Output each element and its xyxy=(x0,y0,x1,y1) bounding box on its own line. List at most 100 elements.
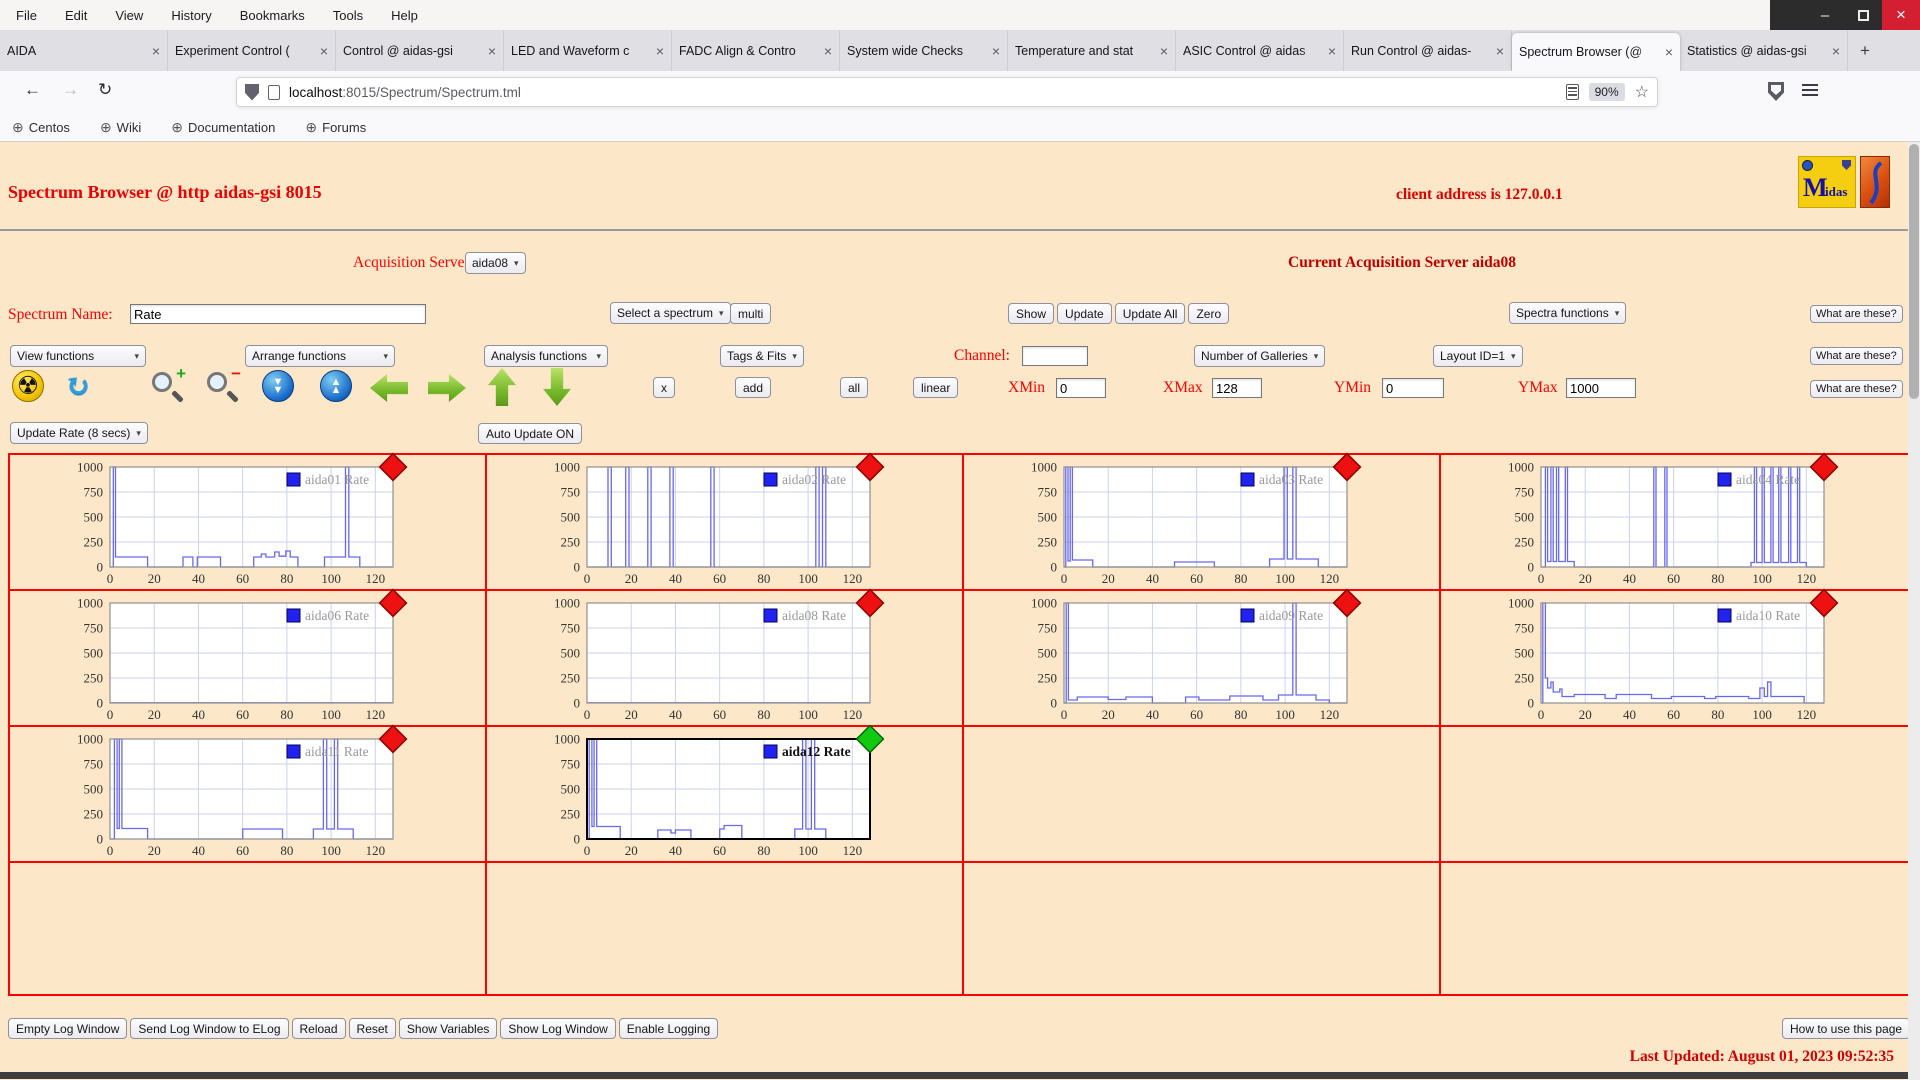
tab-statistics-aidas-gsi[interactable]: Statistics @ aidas-gsi× xyxy=(1680,30,1848,71)
tab-spectrum-browser[interactable]: Spectrum Browser (@× xyxy=(1512,33,1680,71)
spectrum-chart-aida04[interactable]: 02505007501000020406080100120aida04 Rate xyxy=(1441,455,1839,589)
tab-fadc-align-contro[interactable]: FADC Align & Contro× xyxy=(672,30,840,71)
all-button[interactable]: all xyxy=(840,377,868,398)
gallery-cell[interactable]: 02505007501000020406080100120aida12 Rate xyxy=(487,727,964,863)
tab-experiment-control[interactable]: Experiment Control (× xyxy=(168,30,336,71)
url-bar[interactable]: localhost:8015/Spectrum/Spectrum.tml 90%… xyxy=(236,77,1658,107)
spectrum-chart-aida03[interactable]: 02505007501000020406080100120aida03 Rate xyxy=(964,455,1362,589)
auto-update-button[interactable]: Auto Update ON xyxy=(478,423,582,444)
linear-button[interactable]: linear xyxy=(913,377,958,398)
footer-button-show-log-window[interactable]: Show Log Window xyxy=(500,1018,615,1039)
footer-button-send-log-window-to-elog[interactable]: Send Log Window to ELog xyxy=(130,1018,288,1039)
tab-control-aidas-gsi[interactable]: Control @ aidas-gsi× xyxy=(336,30,504,71)
spectrum-chart-aida12[interactable]: 02505007501000020406080100120aida12 Rate xyxy=(487,727,885,861)
gallery-cell[interactable]: 02505007501000020406080100120aida08 Rate xyxy=(487,591,964,727)
ymax-input[interactable] xyxy=(1566,378,1636,398)
tab-run-control-aidas[interactable]: Run Control @ aidas-× xyxy=(1344,30,1512,71)
spectrum-chart-aida02[interactable]: 02505007501000020406080100120aida02 Rate xyxy=(487,455,885,589)
select-spectrum-select[interactable]: Select a spectrum▾ xyxy=(610,302,731,324)
tab-close-icon[interactable]: × xyxy=(488,43,496,59)
scrollbar[interactable] xyxy=(1908,142,1920,1080)
update-all-button[interactable]: Update All xyxy=(1115,303,1186,324)
number-of-galleries-select[interactable]: Number of Galleries▾ xyxy=(1194,345,1325,367)
gallery-cell[interactable]: 02505007501000020406080100120aida04 Rate xyxy=(1441,455,1910,591)
midas-logo[interactable]: M idas xyxy=(1798,156,1856,208)
tab-close-icon[interactable]: × xyxy=(992,43,1000,59)
bookmark-forums[interactable]: ⊕Forums xyxy=(305,119,366,136)
page-info-icon[interactable] xyxy=(268,85,280,100)
shift-up-icon[interactable]: ▲▲ xyxy=(320,370,352,402)
bookmark-wiki[interactable]: ⊕Wiki xyxy=(100,119,141,136)
tracking-shield-icon[interactable] xyxy=(245,84,259,101)
close-button[interactable]: × xyxy=(1882,0,1920,30)
tab-close-icon[interactable]: × xyxy=(1665,44,1673,60)
maximize-button[interactable] xyxy=(1844,0,1882,30)
tab-close-icon[interactable]: × xyxy=(1832,43,1840,59)
footer-button-show-variables[interactable]: Show Variables xyxy=(399,1018,498,1039)
move-left-icon[interactable] xyxy=(370,374,408,402)
spectrum-chart-aida11[interactable]: 02505007501000020406080100120aida11 Rate xyxy=(10,727,408,861)
bookmark-star-icon[interactable]: ☆ xyxy=(1635,82,1649,102)
menu-bookmarks[interactable]: Bookmarks xyxy=(240,8,305,23)
tab-led-and-waveform-c[interactable]: LED and Waveform c× xyxy=(504,30,672,71)
tab-close-icon[interactable]: × xyxy=(1328,43,1336,59)
gallery-cell[interactable]: 02505007501000020406080100120aida02 Rate xyxy=(487,455,964,591)
gallery-cell[interactable]: 02505007501000020406080100120aida03 Rate xyxy=(964,455,1441,591)
tab-asic-control-aidas[interactable]: ASIC Control @ aidas× xyxy=(1176,30,1344,71)
tags-fits-select[interactable]: Tags & Fits▾ xyxy=(720,345,804,367)
tab-system-wide-checks[interactable]: System wide Checks× xyxy=(840,30,1008,71)
zoom-out-icon[interactable]: − xyxy=(205,370,241,406)
xmin-input[interactable] xyxy=(1056,378,1106,398)
refresh-icon[interactable]: ↻ xyxy=(65,370,91,402)
zoom-level-badge[interactable]: 90% xyxy=(1589,83,1625,101)
view-functions-select[interactable]: View functions▾ xyxy=(10,345,146,367)
spectrum-chart-aida09[interactable]: 02505007501000020406080100120aida09 Rate xyxy=(964,591,1362,725)
move-up-icon[interactable] xyxy=(488,368,516,406)
ymin-input[interactable] xyxy=(1382,378,1444,398)
forward-icon[interactable]: → xyxy=(62,80,79,100)
bookmark-documentation[interactable]: ⊕Documentation xyxy=(171,119,275,136)
tab-close-icon[interactable]: × xyxy=(656,43,664,59)
channel-input[interactable] xyxy=(1022,346,1088,366)
spectrum-name-input[interactable] xyxy=(130,304,426,324)
gallery-cell[interactable]: 02505007501000020406080100120aida09 Rate xyxy=(964,591,1441,727)
analysis-functions-select[interactable]: Analysis functions▾ xyxy=(484,345,608,367)
tab-close-icon[interactable]: × xyxy=(152,43,160,59)
gallery-cell[interactable]: 02505007501000020406080100120aida11 Rate xyxy=(10,727,487,863)
bookmark-centos[interactable]: ⊕Centos xyxy=(12,119,70,136)
show-button[interactable]: Show xyxy=(1008,303,1054,324)
menu-file[interactable]: File xyxy=(16,8,37,23)
multi-button[interactable]: multi xyxy=(730,303,771,324)
footer-button-reset[interactable]: Reset xyxy=(349,1018,396,1039)
spectrum-chart-aida06[interactable]: 02505007501000020406080100120aida06 Rate xyxy=(10,591,408,725)
tab-aida[interactable]: AIDA× xyxy=(0,30,168,71)
footer-button-reload[interactable]: Reload xyxy=(292,1018,346,1039)
acquisition-server-select[interactable]: aida08▾ xyxy=(465,252,526,274)
reload-icon[interactable]: ↻ xyxy=(98,80,112,100)
tab-close-icon[interactable]: × xyxy=(320,43,328,59)
scrollbar-thumb[interactable] xyxy=(1909,144,1919,399)
move-right-icon[interactable] xyxy=(428,374,466,402)
footer-button-empty-log-window[interactable]: Empty Log Window xyxy=(8,1018,127,1039)
shift-down-icon[interactable]: ▼▼ xyxy=(262,370,294,402)
xmax-input[interactable] xyxy=(1212,378,1262,398)
x-button[interactable]: x xyxy=(653,377,675,398)
tab-close-icon[interactable]: × xyxy=(1496,43,1504,59)
how-to-use-button[interactable]: How to use this page xyxy=(1782,1018,1910,1039)
radiation-icon[interactable]: ☢ xyxy=(12,370,44,402)
what-are-these-button-2[interactable]: What are these? xyxy=(1810,347,1903,365)
tab-temperature-and-stat[interactable]: Temperature and stat× xyxy=(1008,30,1176,71)
spectrum-chart-aida10[interactable]: 02505007501000020406080100120aida10 Rate xyxy=(1441,591,1839,725)
spectrum-chart-aida08[interactable]: 02505007501000020406080100120aida08 Rate xyxy=(487,591,885,725)
new-tab-button[interactable]: + xyxy=(1848,30,1882,71)
menu-view[interactable]: View xyxy=(115,8,143,23)
gallery-cell[interactable]: 02505007501000020406080100120aida01 Rate xyxy=(10,455,487,591)
zoom-in-icon[interactable]: + xyxy=(150,370,186,406)
menu-edit[interactable]: Edit xyxy=(65,8,87,23)
footer-button-enable-logging[interactable]: Enable Logging xyxy=(619,1018,718,1039)
back-icon[interactable]: ← xyxy=(24,80,41,100)
layout-id-select[interactable]: Layout ID=1▾ xyxy=(1433,345,1523,367)
gallery-cell[interactable]: 02505007501000020406080100120aida10 Rate xyxy=(1441,591,1910,727)
update-rate-select[interactable]: Update Rate (8 secs)▾ xyxy=(10,422,148,444)
tab-close-icon[interactable]: × xyxy=(1160,43,1168,59)
